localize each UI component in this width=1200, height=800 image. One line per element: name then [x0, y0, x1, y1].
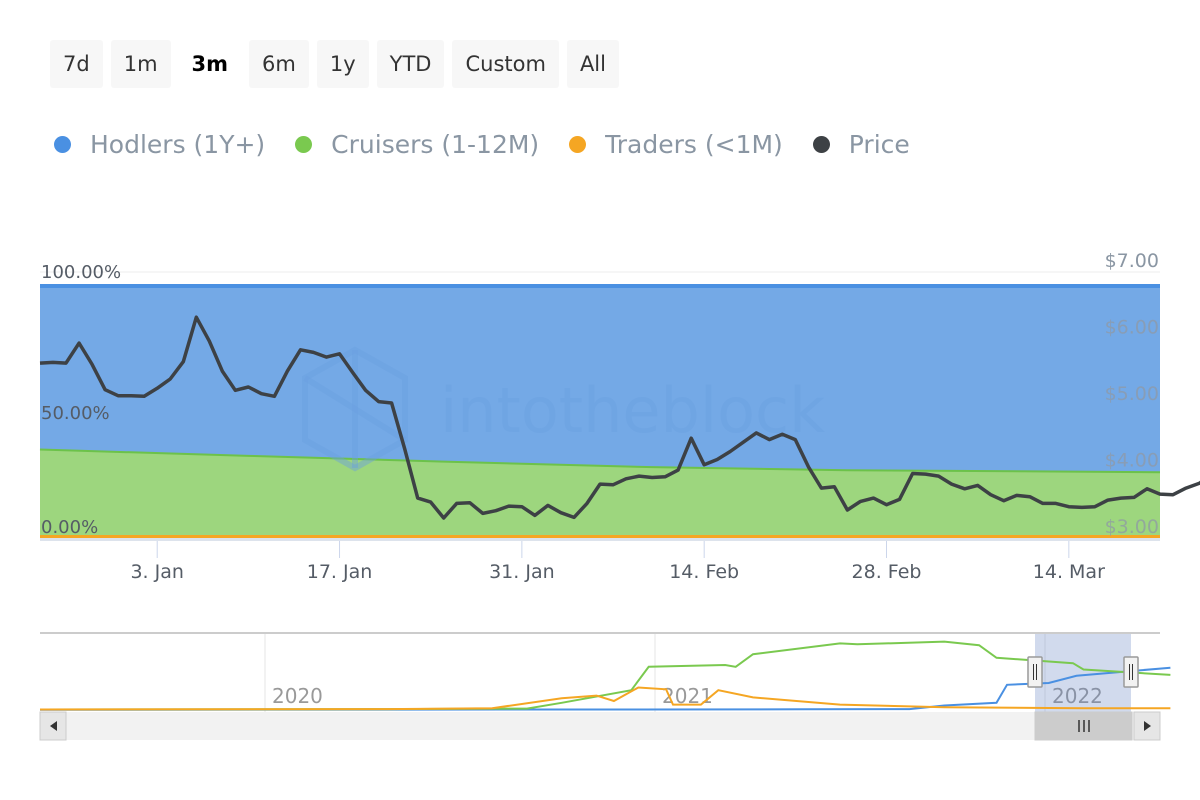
navigator-series-line: [39, 686, 1171, 711]
chart-svg: intotheblock 0.00% 50.00% 100.00% $3.00 $4.…: [39, 250, 1200, 741]
handle-body: [1123, 656, 1139, 688]
handle-body: [1027, 656, 1043, 688]
x-axis-tick-label: 28. Feb: [852, 561, 922, 583]
navigator[interactable]: 2020 2021 2022: [39, 632, 1171, 712]
scrollbar-track[interactable]: [40, 712, 1160, 740]
x-axis-tick-label: 17. Jan: [307, 561, 373, 583]
right-axis-tick-label: $7.00: [1105, 250, 1159, 272]
x-axis-tick-label: 14. Feb: [669, 561, 739, 583]
left-axis-tick-label: 100.00%: [41, 262, 121, 283]
left-axis-tick-label: 50.00%: [41, 403, 110, 424]
right-axis-tick-label: $4.00: [1105, 450, 1159, 472]
x-axis-tick-label: 31. Jan: [489, 561, 555, 583]
x-axis: 3. Jan 17. Jan 31. Jan 14. Feb 28. Feb 14. Ma…: [130, 541, 1105, 583]
watermark: intotheblock: [440, 374, 825, 447]
navigator-left-handle[interactable]: [1027, 656, 1043, 688]
x-axis-tick-label: 3. Jan: [130, 561, 183, 583]
plot-bottom-border: [40, 538, 1160, 541]
navigator-series-line: [39, 666, 1171, 711]
navigator-year-label: 2020: [272, 684, 323, 708]
x-axis-tick-label: 14. Mar: [1033, 561, 1105, 583]
navigator-right-handle[interactable]: [1123, 656, 1139, 688]
right-axis-tick-label: $6.00: [1105, 317, 1159, 339]
right-axis-tick-label: $3.00: [1105, 516, 1159, 538]
left-axis-tick-label: 0.00%: [41, 517, 98, 538]
right-axis-tick-label: $5.00: [1105, 383, 1159, 405]
scrollbar[interactable]: [39, 711, 1161, 741]
